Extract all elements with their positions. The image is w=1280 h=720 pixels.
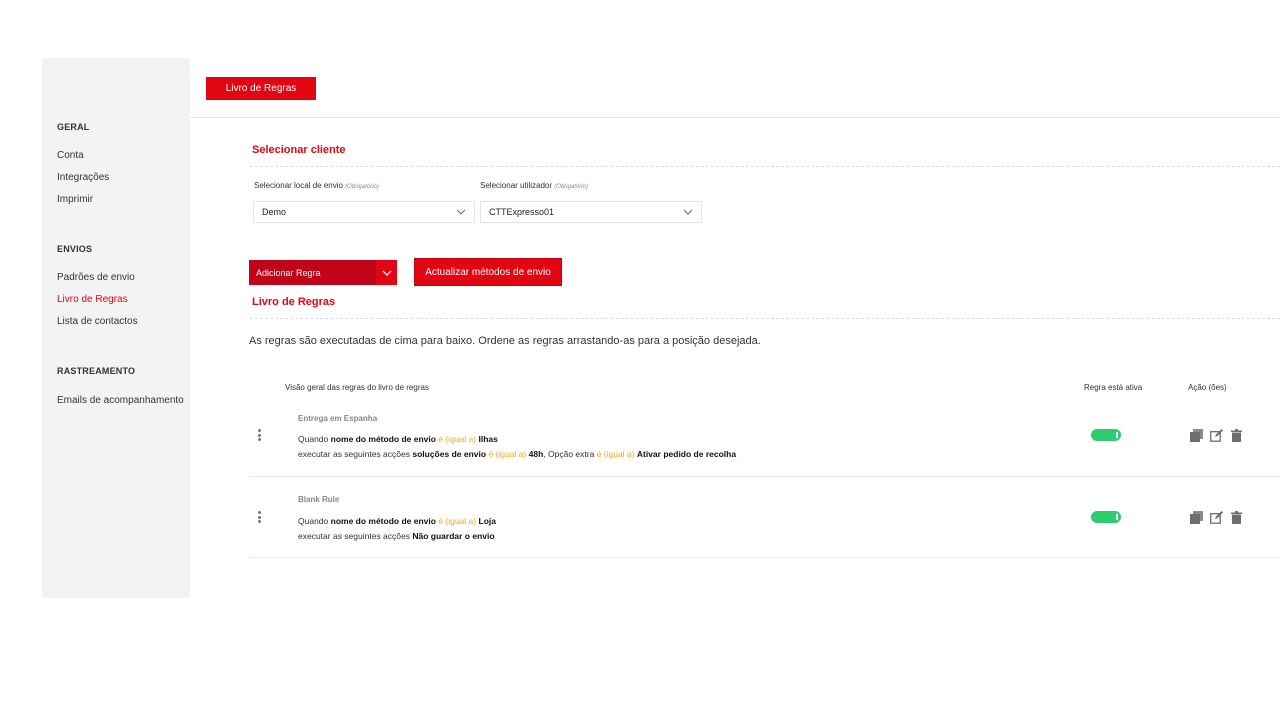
tab-livro-regras[interactable]: Livro de Regras [206, 77, 316, 100]
rule-operator: é (igual a) [438, 516, 477, 526]
rule-name: Entrega em Espanha [298, 414, 378, 423]
add-rule-label: Adicionar Regra [256, 267, 321, 278]
sidebar-item-padroes-envio[interactable]: Padrões de envio [57, 272, 135, 283]
add-rule-button[interactable]: Adicionar Regra [249, 260, 397, 285]
rule-field: nome do método de envio [330, 434, 436, 444]
drag-handle-icon[interactable] [258, 429, 262, 443]
rule-active-toggle[interactable] [1091, 429, 1121, 441]
sidebar-item-imprimir[interactable]: Imprimir [57, 194, 93, 205]
chevron-down-icon [683, 209, 693, 215]
rule-field: nome do método de envio [330, 516, 436, 526]
row-divider [249, 557, 1280, 558]
rule-value: Loja [478, 516, 496, 526]
shipping-location-label: Selecionar local de envio (Obrigatório) [254, 181, 379, 190]
trash-icon[interactable] [1230, 429, 1243, 442]
duplicate-icon[interactable] [1190, 429, 1203, 442]
sidebar-section-rastreamento: RASTREAMENTO [57, 366, 136, 376]
rule-text: executar as seguintes acções [298, 531, 410, 541]
rule-operator: é (igual a) [438, 434, 477, 444]
rule-name: Blank Rule [298, 495, 340, 504]
required-note: (Obrigatório) [554, 184, 588, 190]
rule-text: , Opção extra [543, 449, 595, 459]
column-overview: Visão geral das regras do livro de regra… [285, 383, 429, 392]
rule-operator: é (igual a) [596, 449, 635, 459]
rule-text: Quando [298, 434, 329, 444]
rule-text: Quando [298, 516, 329, 526]
user-label-text: Selecionar utilizador [480, 181, 553, 190]
sidebar-item-integracoes[interactable]: Integrações [57, 172, 109, 183]
shipping-location-select[interactable]: Demo [253, 201, 475, 223]
section-divider [250, 318, 1280, 319]
rule-value: Ativar pedido de recolha [636, 449, 737, 459]
shipping-location-label-text: Selecionar local de envio [254, 181, 343, 190]
trash-icon[interactable] [1230, 511, 1243, 524]
rule-action: executar as seguintes acções Não guardar… [298, 531, 495, 541]
sidebar-item-emails-acompanhamento[interactable]: Emails de acompanhamento [57, 395, 184, 406]
shipping-location-value: Demo [262, 207, 287, 217]
section-divider [250, 166, 1280, 167]
sidebar-section-geral: GERAL [57, 122, 90, 132]
rule-value: Não guardar o envio [412, 531, 495, 541]
add-rule-dropdown-toggle[interactable] [375, 260, 397, 285]
duplicate-icon[interactable] [1190, 511, 1203, 524]
rule-condition: Quando nome do método de envio é (igual … [298, 434, 498, 444]
sidebar: GERAL Conta Integrações Imprimir ENVIOS … [42, 58, 190, 598]
column-actions: Ação (ões) [1188, 383, 1227, 392]
required-note: (Obrigatório) [345, 184, 379, 190]
user-select[interactable]: CTTExpresso01 [480, 201, 702, 223]
select-client-title: Selecionar cliente [252, 144, 346, 156]
user-label: Selecionar utilizador (Obrigatório) [480, 181, 588, 190]
sidebar-item-livro-regras[interactable]: Livro de Regras [57, 294, 128, 305]
rule-value: 48h [528, 449, 544, 459]
column-active: Regra está ativa [1084, 383, 1143, 392]
rule-field: soluções de envio [412, 449, 487, 459]
update-shipping-methods-button[interactable]: Actualizar métodos de envio [414, 258, 562, 286]
row-divider [249, 476, 1280, 477]
sidebar-item-lista-contactos[interactable]: Lista de contactos [57, 316, 138, 327]
user-value: CTTExpresso01 [489, 207, 555, 217]
sidebar-section-envios: ENVIOS [57, 244, 93, 254]
rule-action: executar as seguintes acções soluções de… [298, 449, 736, 459]
rule-value: Ilhas [478, 434, 498, 444]
rulebook-description: As regras são executadas de cima para ba… [249, 335, 761, 347]
rule-condition: Quando nome do método de envio é (igual … [298, 516, 496, 526]
rule-operator: é (igual a) [488, 449, 527, 459]
drag-handle-icon[interactable] [258, 511, 262, 525]
chevron-down-icon [456, 209, 466, 215]
chevron-down-icon [382, 270, 391, 276]
edit-icon[interactable] [1210, 511, 1223, 524]
top-divider [190, 117, 1280, 118]
sidebar-item-conta[interactable]: Conta [57, 150, 84, 161]
edit-icon[interactable] [1210, 429, 1223, 442]
rulebook-title: Livro de Regras [252, 296, 336, 308]
rule-text: executar as seguintes acções [298, 449, 410, 459]
rule-active-toggle[interactable] [1091, 511, 1121, 523]
